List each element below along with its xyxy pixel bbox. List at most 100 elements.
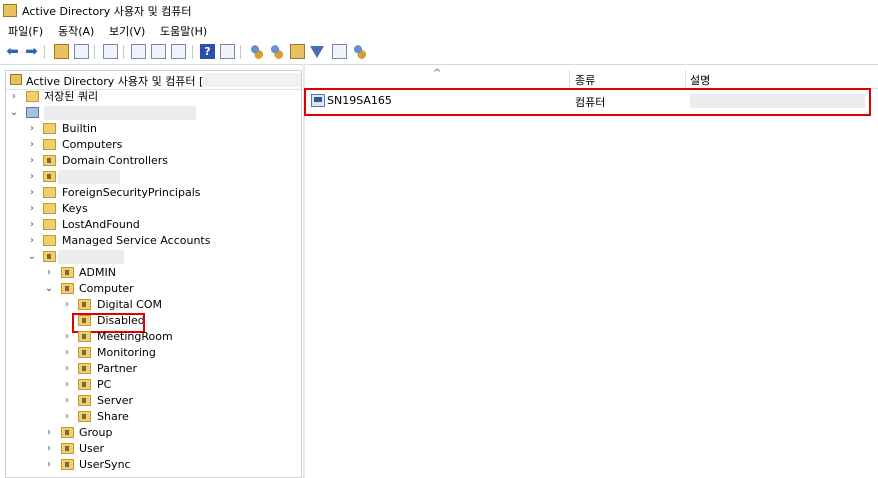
tree-item-user[interactable]: › User — [6, 441, 296, 457]
chevron-right-icon[interactable]: › — [27, 185, 37, 201]
tree-item-keys[interactable]: › Keys — [6, 201, 296, 217]
column-separator[interactable] — [569, 70, 570, 88]
list-pane[interactable]: ^ 종류 설명 SN19SA165 컴퓨터 — [304, 68, 878, 478]
chevron-right-icon[interactable]: › — [27, 217, 37, 233]
ou-folder-icon — [61, 267, 74, 278]
show-hide-tree-icon[interactable] — [74, 44, 89, 59]
tree-item-label: Group — [79, 426, 113, 439]
ou-folder-icon — [78, 363, 91, 374]
chevron-right-icon[interactable]: › — [62, 297, 72, 313]
tree-item-foreign-security-principals[interactable]: › ForeignSecurityPrincipals — [6, 185, 296, 201]
folder-icon — [43, 203, 56, 214]
filter-icon[interactable] — [310, 46, 324, 58]
back-arrow-icon[interactable]: ⬅ — [5, 44, 20, 59]
column-description[interactable]: 설명 — [690, 72, 710, 88]
chevron-right-icon[interactable]: › — [27, 121, 37, 137]
tree-item-group[interactable]: › Group — [6, 425, 296, 441]
tree-item-saved-queries[interactable]: › 저장된 쿼리 — [6, 89, 296, 105]
tree-item-admin[interactable]: › ADMIN — [6, 265, 296, 281]
tree-item-label: Computers — [62, 138, 123, 151]
add-to-group-icon[interactable] — [352, 44, 367, 59]
tree-item-label: ADMIN — [79, 266, 116, 279]
forward-arrow-icon[interactable]: ➡ — [24, 44, 39, 59]
mmc-view-icon[interactable] — [220, 44, 235, 59]
chevron-right-icon[interactable]: › — [62, 393, 72, 409]
new-ou-icon[interactable] — [290, 44, 305, 59]
chevron-right-icon[interactable]: › — [27, 201, 37, 217]
tree-item-computers[interactable]: › Computers — [6, 137, 296, 153]
tree-item-domain-controllers[interactable]: › Domain Controllers — [6, 153, 296, 169]
chevron-down-icon[interactable]: ⌄ — [44, 281, 54, 297]
redacted-ou-name — [58, 250, 124, 264]
up-folder-icon[interactable] — [54, 44, 69, 59]
tree-item-managed-service-accounts[interactable]: › Managed Service Accounts — [6, 233, 296, 249]
tree-item-label: Computer — [79, 282, 134, 295]
title-bar: Active Directory 사용자 및 컴퓨터 — [0, 0, 878, 20]
chevron-right-icon[interactable]: › — [62, 409, 72, 425]
chevron-right-icon[interactable]: › — [9, 89, 19, 105]
menu-action[interactable]: 동작(A) — [58, 23, 94, 39]
tree-item-share[interactable]: › Share — [6, 409, 296, 425]
toolbar-separator — [123, 45, 124, 59]
chevron-right-icon[interactable]: › — [27, 233, 37, 249]
ou-folder-icon — [78, 299, 91, 310]
ou-folder-icon — [78, 379, 91, 390]
help-icon[interactable]: ? — [200, 44, 215, 59]
refresh-icon[interactable] — [151, 44, 166, 59]
menu-view[interactable]: 보기(V) — [109, 23, 145, 39]
tree-item-redacted-ou[interactable]: › — [6, 169, 296, 185]
chevron-down-icon[interactable]: ⌄ — [27, 249, 37, 265]
tree-header[interactable]: Active Directory 사용자 및 컴퓨터 [ — [6, 71, 301, 90]
ou-folder-icon — [43, 251, 56, 262]
chevron-right-icon[interactable]: › — [27, 153, 37, 169]
tree-item-partner[interactable]: › Partner — [6, 361, 296, 377]
tree-item-meeting-room[interactable]: › MeetingRoom — [6, 329, 296, 345]
tree-item-label: ForeignSecurityPrincipals — [62, 186, 201, 199]
chevron-right-icon[interactable]: › — [44, 457, 54, 473]
chevron-down-icon[interactable]: ⌄ — [9, 105, 19, 121]
list-header: ^ 종류 설명 — [305, 68, 878, 89]
column-separator[interactable] — [685, 70, 686, 88]
menu-file[interactable]: 파일(F) — [8, 23, 43, 39]
chevron-right-icon[interactable]: › — [62, 345, 72, 361]
tree-item-label: PC — [97, 378, 112, 391]
domain-icon — [26, 107, 39, 118]
copy-icon[interactable] — [103, 44, 118, 59]
chevron-right-icon[interactable]: › — [62, 329, 72, 345]
properties-icon[interactable] — [131, 44, 146, 59]
tree-item-digital-com[interactable]: › Digital COM — [6, 297, 296, 313]
menu-help[interactable]: 도움말(H) — [160, 23, 207, 39]
tree-item-computer[interactable]: ⌄ Computer — [6, 281, 296, 297]
chevron-right-icon[interactable]: › — [62, 361, 72, 377]
find-icon[interactable] — [332, 44, 347, 59]
export-list-icon[interactable] — [171, 44, 186, 59]
toolbar-separator — [240, 45, 241, 59]
highlight-box-row — [304, 88, 871, 116]
redacted-ou-name — [58, 170, 120, 184]
tree-item-server[interactable]: › Server — [6, 393, 296, 409]
ou-folder-icon — [78, 411, 91, 422]
tree-item-label: Builtin — [62, 122, 97, 135]
chevron-right-icon[interactable]: › — [62, 377, 72, 393]
tree-item-redacted-ou-expanded[interactable]: ⌄ — [6, 249, 296, 265]
chevron-right-icon[interactable]: › — [44, 265, 54, 281]
tree-item-pc[interactable]: › PC — [6, 377, 296, 393]
tree-item-monitoring[interactable]: › Monitoring — [6, 345, 296, 361]
tree-item-builtin[interactable]: › Builtin — [6, 121, 296, 137]
chevron-right-icon[interactable]: › — [44, 425, 54, 441]
chevron-right-icon[interactable]: › — [44, 441, 54, 457]
new-user-icon[interactable] — [249, 44, 264, 59]
new-group-icon[interactable] — [269, 44, 284, 59]
tree-item-disabled[interactable]: Disabled — [6, 313, 296, 329]
column-type[interactable]: 종류 — [575, 72, 595, 88]
tree-item-usersync[interactable]: › UserSync — [6, 457, 296, 473]
tree-item-domain[interactable]: ⌄ — [6, 105, 296, 121]
ou-folder-icon — [61, 459, 74, 470]
tree-item-lost-and-found[interactable]: › LostAndFound — [6, 217, 296, 233]
tree-pane[interactable]: Active Directory 사용자 및 컴퓨터 [ › 저장된 쿼리 ⌄ … — [5, 70, 302, 478]
folder-icon — [43, 187, 56, 198]
app-folder-icon — [3, 4, 17, 17]
toolbar-separator — [44, 45, 45, 59]
chevron-right-icon[interactable]: › — [27, 169, 37, 185]
chevron-right-icon[interactable]: › — [27, 137, 37, 153]
